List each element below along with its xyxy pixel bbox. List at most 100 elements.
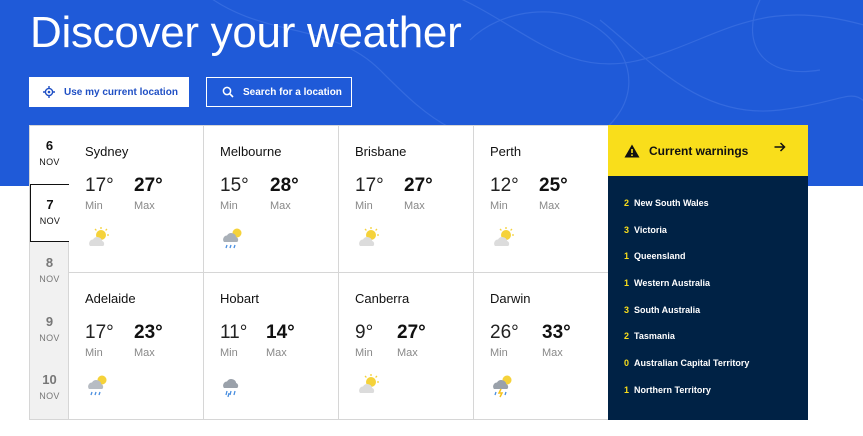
date-tab-9[interactable]: 9 NOV (30, 302, 69, 360)
warning-icon (624, 144, 640, 157)
city-card-perth[interactable]: Perth 12° 25° Min Max (474, 126, 609, 273)
min-temp: 11° (220, 322, 248, 343)
min-temp: 9° (355, 322, 374, 343)
date-tab-7[interactable]: 7 NOV (30, 184, 70, 242)
current-warnings-header[interactable]: Current warnings (608, 125, 808, 176)
date-day: 8 (45, 255, 54, 270)
warning-count: 2 (624, 198, 630, 208)
min-temp: 17° (355, 175, 384, 196)
min-label: Min (220, 347, 238, 359)
date-day: 10 (42, 372, 57, 387)
date-tab-10[interactable]: 10 NOV (30, 360, 69, 418)
max-temp: 27° (397, 322, 426, 343)
max-label: Max (539, 200, 560, 212)
max-label: Max (266, 347, 287, 359)
warning-region: Western Australia (634, 278, 711, 288)
min-label: Min (490, 347, 508, 359)
mostly-sunny-icon (494, 227, 514, 246)
forecast-panel: 6 NOV 7 NOV 8 NOV 9 NOV 10 NOV Sydney 17… (29, 125, 609, 420)
warning-region: Australian Capital Territory (634, 358, 750, 368)
city-name: Hobart (220, 291, 260, 306)
city-name: Canberra (355, 291, 410, 306)
shower-sun-icon (88, 375, 107, 396)
mostly-sunny-icon (359, 227, 379, 246)
date-month: NOV (39, 216, 61, 226)
date-month: NOV (39, 274, 60, 284)
min-label: Min (490, 200, 508, 212)
max-label: Max (270, 200, 291, 212)
max-label: Max (397, 347, 418, 359)
city-card-brisbane[interactable]: Brisbane 17° 27° Min Max (339, 126, 474, 273)
current-warnings-title: Current warnings (649, 143, 749, 158)
warning-item-qld[interactable]: 1 Queensland (624, 251, 686, 261)
min-label: Min (355, 200, 373, 212)
city-card-canberra[interactable]: Canberra 9° 27° Min Max (339, 273, 474, 420)
mostly-sunny-icon (359, 374, 379, 393)
warning-item-tas[interactable]: 2 Tasmania (624, 331, 675, 341)
max-label: Max (134, 347, 155, 359)
max-temp: 23° (134, 322, 163, 343)
warning-count: 2 (624, 331, 630, 341)
date-day: 7 (46, 197, 54, 212)
min-label: Min (220, 200, 238, 212)
max-temp: 27° (134, 175, 163, 196)
city-card-adelaide[interactable]: Adelaide 17° 23° Min Max (69, 273, 204, 420)
city-card-sydney[interactable]: Sydney 17° 27° Min Max (69, 126, 204, 273)
use-current-location-label: Use my current location (64, 86, 178, 98)
city-name: Brisbane (355, 144, 407, 159)
warning-region: Queensland (634, 251, 686, 261)
city-name: Melbourne (220, 144, 282, 159)
search-icon (222, 86, 234, 98)
min-label: Min (355, 347, 373, 359)
arrow-right-icon (774, 142, 786, 152)
min-temp: 17° (85, 175, 114, 196)
search-location-button[interactable]: Search for a location (206, 77, 352, 107)
city-name: Perth (490, 144, 522, 159)
warning-count: 1 (624, 385, 630, 395)
rain-icon (223, 379, 239, 398)
crosshair-icon (43, 86, 55, 98)
max-temp: 27° (404, 175, 433, 196)
city-card-melbourne[interactable]: Melbourne 15° 28° Min Max (204, 126, 339, 273)
warning-count: 1 (624, 251, 630, 261)
warning-region: Tasmania (634, 331, 675, 341)
warning-count: 1 (624, 278, 630, 288)
warning-item-sa[interactable]: 3 South Australia (624, 305, 700, 315)
warning-item-nsw[interactable]: 2 New South Wales (624, 198, 709, 208)
city-name: Adelaide (85, 291, 136, 306)
mostly-sunny-icon (89, 227, 109, 246)
date-day: 6 (45, 138, 54, 153)
date-day: 9 (45, 314, 54, 329)
min-label: Min (85, 200, 103, 212)
page-title: Discover your weather (30, 8, 462, 57)
min-label: Min (85, 347, 103, 359)
max-temp: 33° (542, 322, 571, 343)
max-temp: 25° (539, 175, 568, 196)
date-month: NOV (39, 157, 60, 167)
warning-region: Victoria (634, 225, 667, 235)
max-label: Max (542, 347, 563, 359)
date-selector: 6 NOV 7 NOV 8 NOV 9 NOV 10 NOV (30, 126, 70, 419)
storm-icon (493, 375, 512, 398)
min-temp: 15° (220, 175, 249, 196)
city-card-hobart[interactable]: Hobart 11° 14° Min Max (204, 273, 339, 420)
city-card-darwin[interactable]: Darwin 26° 33° Min Max (474, 273, 609, 420)
warning-item-act[interactable]: 0 Australian Capital Territory (624, 358, 749, 368)
max-label: Max (404, 200, 425, 212)
warning-region: New South Wales (634, 198, 709, 208)
date-month: NOV (39, 391, 60, 401)
max-label: Max (134, 200, 155, 212)
warning-count: 3 (624, 305, 630, 315)
date-tab-8[interactable]: 8 NOV (30, 243, 69, 301)
min-temp: 17° (85, 322, 114, 343)
shower-icon (223, 228, 242, 249)
warning-item-wa[interactable]: 1 Western Australia (624, 278, 710, 288)
max-temp: 28° (270, 175, 299, 196)
warning-item-vic[interactable]: 3 Victoria (624, 225, 667, 235)
max-temp: 14° (266, 322, 295, 343)
use-current-location-button[interactable]: Use my current location (29, 77, 189, 107)
city-name: Darwin (490, 291, 531, 306)
warning-region: Northern Territory (634, 385, 711, 395)
date-tab-6[interactable]: 6 NOV (30, 126, 69, 184)
warning-item-nt[interactable]: 1 Northern Territory (624, 385, 711, 395)
